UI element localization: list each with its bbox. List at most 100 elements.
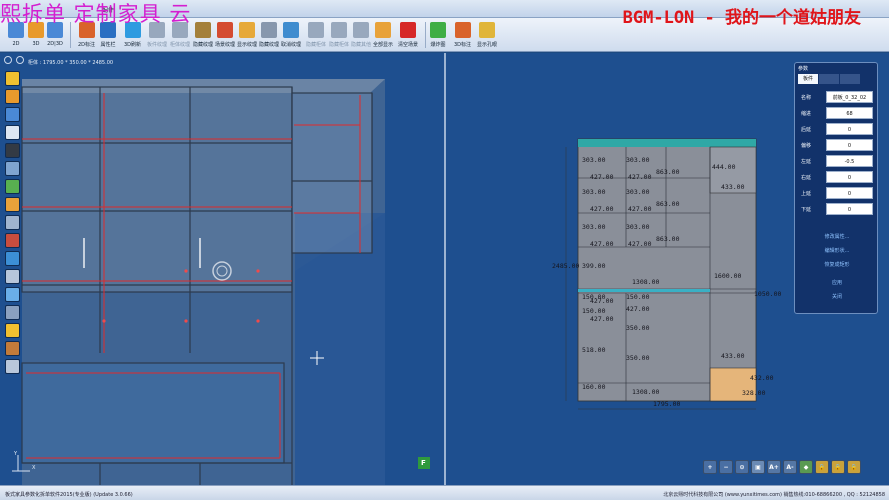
lock-icon[interactable]: 🔒 <box>815 460 829 474</box>
side-tool-icon[interactable] <box>5 359 20 374</box>
image-icon[interactable]: ▣ <box>751 460 765 474</box>
apply-link[interactable]: 应用 <box>795 279 879 286</box>
toolbar-button-8[interactable]: 隐藏纹理 <box>193 20 213 50</box>
toolbar-button-16[interactable]: 全部显示 <box>373 20 393 50</box>
zoom-out-icon[interactable]: − <box>719 460 733 474</box>
toolbar-button-label: 清空场景 <box>398 42 419 48</box>
dim-label: 432.00 <box>750 374 774 382</box>
dim-label: 150.00 <box>626 293 650 301</box>
show-texture-icon <box>239 22 255 38</box>
side-tool-icon[interactable] <box>5 125 20 140</box>
params-row-label: 右延 <box>801 175 812 181</box>
params-tab-1[interactable] <box>819 74 839 84</box>
status-company: 北京云熙时代科技有限公司 (www.yunxitimes.com) 销售热线:0… <box>663 492 885 498</box>
params-title: 参数 <box>798 66 809 72</box>
params-row-label: 名称 <box>801 95 812 101</box>
params-tab-0[interactable]: 板件 <box>798 74 818 84</box>
side-tool-icon[interactable] <box>5 341 20 356</box>
restore-rectangle-link[interactable]: 恢复成矩形 <box>795 261 879 268</box>
toolbar-button-17[interactable]: 清空场景 <box>398 20 418 50</box>
3d-view-pane[interactable]: 柜体 : 1795.00 * 350.00 * 2485.00 X Y F <box>0 53 444 485</box>
params-row-value[interactable]: 68 <box>826 107 873 119</box>
dim-label: 150.00 <box>582 307 606 315</box>
modify-properties-link[interactable]: 修改属性... <box>795 233 879 240</box>
toolbar-button-label: 3D刷新 <box>124 42 142 48</box>
side-tool-icon[interactable] <box>5 269 20 284</box>
toolbar-button-12[interactable]: 取消纹理 <box>281 20 301 50</box>
side-tool-icon[interactable] <box>5 251 20 266</box>
dim-label: 303.00 <box>582 156 606 164</box>
params-row: 右延 0 <box>797 171 877 184</box>
params-row-value[interactable]: 0 <box>826 123 873 135</box>
zoom-fit-icon[interactable]: ⊙ <box>735 460 749 474</box>
dim-label: 427.00 <box>626 305 650 313</box>
toolbar-button-label: 隐藏纹理 <box>193 42 214 48</box>
paint-icon[interactable]: ◆ <box>799 460 813 474</box>
params-tab-2[interactable] <box>840 74 860 84</box>
side-tool-icon[interactable] <box>5 323 20 338</box>
dim-label: 303.00 <box>626 188 650 196</box>
close-link[interactable]: 关闭 <box>795 293 879 300</box>
side-tool-icon[interactable] <box>5 71 20 86</box>
params-panel: 参数 板件 名称 前板_0_32_02 缩进 68 后延 0 偏移 0 左延 -0.5 右延 0 上延 0… <box>794 62 878 314</box>
toolbar-button-11[interactable]: 隐藏纹理 <box>259 20 279 50</box>
params-row-value[interactable]: 0 <box>826 139 873 151</box>
status-version: 板式家具参数化拆单软件2015(专业版) (Update 3.0.66) <box>5 492 133 498</box>
toolbar-button-10[interactable]: 显示纹理 <box>237 20 257 50</box>
params-row-label: 左延 <box>801 159 812 165</box>
params-row-label: 下延 <box>801 207 812 213</box>
toolbar-button-18[interactable]: 爆炸图 <box>430 20 446 50</box>
side-tool-icon[interactable] <box>5 287 20 302</box>
toolbar-button-9[interactable]: 场景纹理 <box>215 20 235 50</box>
dim-label: 863.00 <box>656 200 680 208</box>
toolbar-button-14[interactable]: 隐藏柜体 <box>329 20 349 50</box>
side-tool-icon[interactable] <box>5 161 20 176</box>
toolbar-button-label: 隐藏柜体 <box>306 42 327 48</box>
3d-cabinet-render[interactable] <box>0 53 444 485</box>
zoom-in-icon[interactable]: + <box>703 460 717 474</box>
overlay-subtitle: BGM-LON - 我的一个道姑朋友 <box>622 8 861 28</box>
show-all-icon <box>375 22 391 38</box>
hide-other-icon <box>353 22 369 38</box>
dim-label: 350.00 <box>626 354 650 362</box>
dim-label: 427.00 <box>590 205 614 213</box>
dim-label: 303.00 <box>626 223 650 231</box>
params-row-label: 后延 <box>801 127 812 133</box>
font-larger-icon[interactable]: A+ <box>767 460 781 474</box>
side-tool-icon[interactable] <box>5 143 20 158</box>
toolbar-button-label: 2D|3D <box>47 41 63 47</box>
toolbar-button-label: 属性栏 <box>100 42 116 48</box>
params-row-value[interactable]: 0 <box>826 171 873 183</box>
lock-icon-3[interactable]: 🔒 <box>847 460 861 474</box>
font-smaller-icon[interactable]: A- <box>783 460 797 474</box>
front-view-icon[interactable]: F <box>421 459 426 467</box>
side-tool-icon[interactable] <box>5 179 20 194</box>
toolbar-button-15[interactable]: 隐藏其他 <box>351 20 371 50</box>
params-row-value[interactable]: 0 <box>826 203 873 215</box>
params-row: 后延 0 <box>797 123 877 136</box>
toolbar-button-label: 全部显示 <box>373 42 394 48</box>
side-tool-icon[interactable] <box>5 89 20 104</box>
params-row: 下延 0 <box>797 203 877 216</box>
side-tool-icon[interactable] <box>5 107 20 122</box>
side-tool-icon[interactable] <box>5 197 20 212</box>
params-row-value[interactable]: -0.5 <box>826 155 873 167</box>
side-tool-icon[interactable] <box>5 233 20 248</box>
params-row-value[interactable]: 前板_0_32_02 <box>826 91 873 103</box>
toolbar-button-19[interactable]: 3D标注 <box>454 20 471 50</box>
dim-label: 1050.00 <box>754 290 782 298</box>
params-row-value[interactable]: 0 <box>826 187 873 199</box>
side-tool-icon[interactable] <box>5 305 20 320</box>
toolbar-button-13[interactable]: 隐藏柜体 <box>306 20 326 50</box>
params-row: 左延 -0.5 <box>797 155 877 168</box>
toolbar-button-label: 爆炸图 <box>430 42 446 48</box>
side-tool-icon[interactable] <box>5 215 20 230</box>
edit-shape-link[interactable]: 编辑形状... <box>795 247 879 254</box>
dim-label: 1600.00 <box>714 272 742 280</box>
toolbar-button-20[interactable]: 显示孔眼 <box>477 20 497 50</box>
params-row-label: 上延 <box>801 191 812 197</box>
lock-icon-2[interactable]: 🔒 <box>831 460 845 474</box>
dim-label: 303.00 <box>582 188 606 196</box>
dim-label: 328.00 <box>742 389 766 397</box>
dim-label: 518.00 <box>582 346 606 354</box>
